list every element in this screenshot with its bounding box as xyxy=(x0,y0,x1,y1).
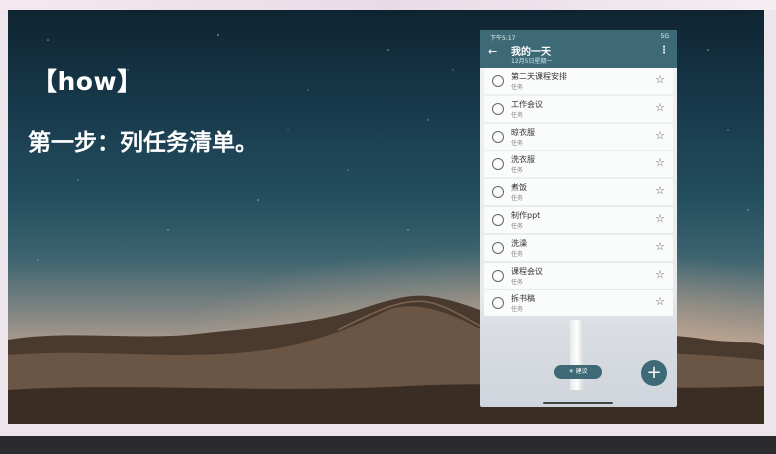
star-icon[interactable]: ☆ xyxy=(655,295,665,308)
more-vertical-icon[interactable]: ⋮ xyxy=(659,45,669,56)
complete-checkbox[interactable] xyxy=(492,186,504,199)
task-name: 课程会议 xyxy=(511,266,543,276)
complete-checkbox[interactable] xyxy=(492,75,504,87)
task-sub: 任务 xyxy=(511,278,524,286)
complete-checkbox[interactable] xyxy=(492,269,504,282)
task-name: 晾衣服 xyxy=(511,127,535,137)
phone-screenshot: 下午5:17 5G ← 我的一天 12月5日星期一 ⋮ 第二天课程安排 任务 ☆… xyxy=(480,30,677,407)
status-icons: 5G xyxy=(660,33,669,40)
plus-icon[interactable]: + xyxy=(641,360,667,386)
star-icon[interactable]: ☆ xyxy=(655,212,665,225)
star-icon[interactable]: ☆ xyxy=(655,129,665,142)
arrow-left-icon[interactable]: ← xyxy=(488,45,497,58)
list-date: 12月5日星期一 xyxy=(511,58,553,65)
slide-heading: 【how】 xyxy=(32,67,143,96)
task-sub: 任务 xyxy=(511,111,524,119)
suggestions-button[interactable]: ☀ 建议 xyxy=(554,365,602,379)
bottom-bar xyxy=(0,436,776,454)
task-list: 第二天课程安排 任务 ☆ 工作会议 任务 ☆ 晾衣服 任务 ☆ 洗衣服 任务 ☆ xyxy=(484,68,673,318)
task-sub: 任务 xyxy=(511,306,524,314)
presentation-slide: 【how】 第一步：列任务清单。 下午5:17 5G ← 我的一天 12月5日星… xyxy=(8,10,764,424)
task-name: 洗澡 xyxy=(511,238,527,248)
task-item[interactable]: 拆书稿 任务 ☆ xyxy=(484,290,673,317)
task-item[interactable]: 晾衣服 任务 ☆ xyxy=(484,123,673,150)
star-icon[interactable]: ☆ xyxy=(655,240,665,253)
task-sub: 任务 xyxy=(511,84,524,91)
task-name: 煮饭 xyxy=(511,183,527,193)
task-sub: 任务 xyxy=(511,250,524,258)
app-header: 下午5:17 5G ← 我的一天 12月5日星期一 ⋮ xyxy=(480,30,677,68)
slide-subheading: 第一步：列任务清单。 xyxy=(28,130,258,156)
lightbulb-icon: ☀ xyxy=(568,368,574,375)
task-item[interactable]: 工作会议 任务 ☆ xyxy=(484,95,673,122)
status-time: 下午5:17 xyxy=(490,35,516,42)
task-item[interactable]: 洗衣服 任务 ☆ xyxy=(484,151,673,178)
background-pillar xyxy=(570,320,584,390)
task-item[interactable]: 煮饭 任务 ☆ xyxy=(484,179,673,206)
task-name: 拆书稿 xyxy=(511,294,535,304)
task-name: 制作ppt xyxy=(511,210,541,220)
task-sub: 任务 xyxy=(511,195,524,203)
task-name: 洗衣服 xyxy=(511,155,535,165)
task-sub: 任务 xyxy=(511,139,524,147)
star-icon[interactable]: ☆ xyxy=(655,73,665,86)
gesture-bar xyxy=(543,402,613,404)
suggestions-label: 建议 xyxy=(575,368,588,375)
task-item[interactable]: 第二天课程安排 任务 ☆ xyxy=(484,68,673,94)
complete-checkbox[interactable] xyxy=(492,102,504,115)
complete-checkbox[interactable] xyxy=(492,158,504,171)
complete-checkbox[interactable] xyxy=(492,241,504,254)
complete-checkbox[interactable] xyxy=(492,297,504,310)
task-item[interactable]: 课程会议 任务 ☆ xyxy=(484,262,673,289)
task-name: 第二天课程安排 xyxy=(511,72,567,81)
complete-checkbox[interactable] xyxy=(492,130,504,143)
star-icon[interactable]: ☆ xyxy=(655,184,665,197)
task-sub: 任务 xyxy=(511,222,524,230)
star-icon[interactable]: ☆ xyxy=(655,156,665,169)
task-item[interactable]: 洗澡 任务 ☆ xyxy=(484,234,673,261)
star-icon[interactable]: ☆ xyxy=(655,268,665,281)
task-sub: 任务 xyxy=(511,167,524,175)
task-name: 工作会议 xyxy=(511,99,543,109)
task-item[interactable]: 制作ppt 任务 ☆ xyxy=(484,206,673,233)
complete-checkbox[interactable] xyxy=(492,213,504,226)
star-icon[interactable]: ☆ xyxy=(655,101,665,114)
window-top-frame xyxy=(0,0,776,10)
